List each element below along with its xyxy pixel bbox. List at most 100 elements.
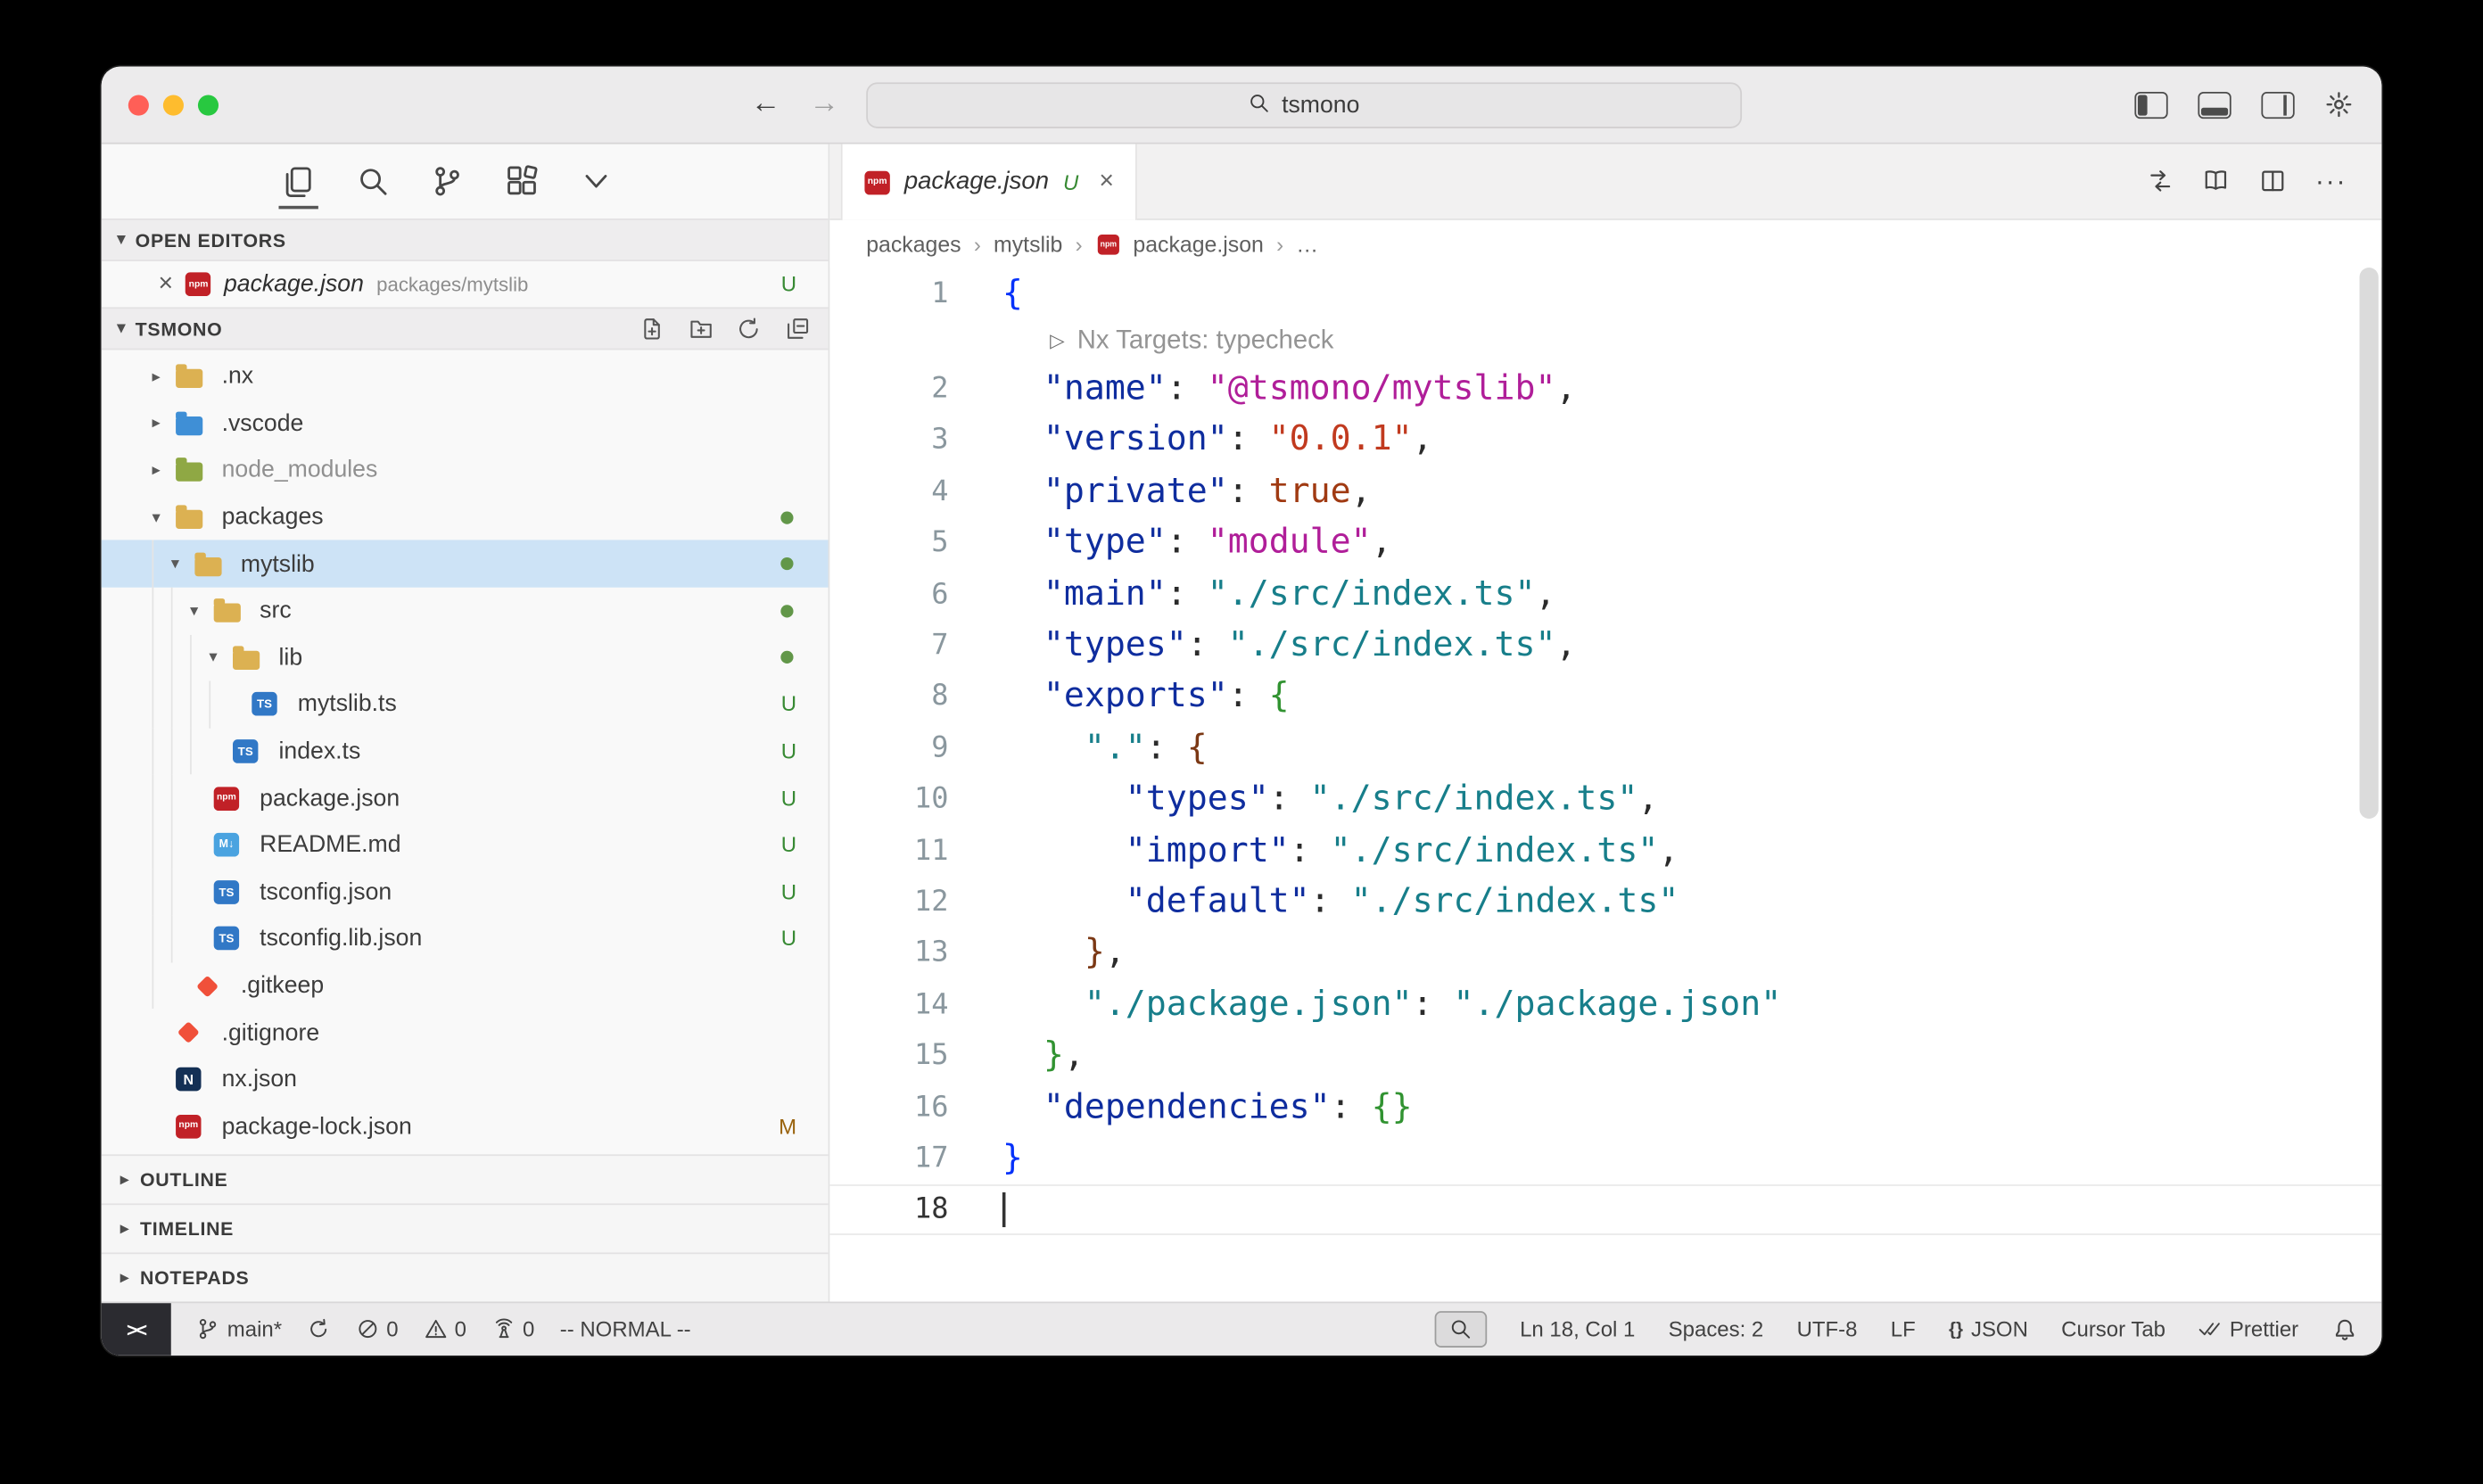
code-line-17[interactable]: 17} (829, 1133, 2381, 1184)
code-text[interactable]: "types": "./src/index.ts", (949, 625, 1577, 664)
toggle-secondary-sidebar-icon[interactable] (2261, 91, 2294, 118)
code-line-13[interactable]: 13 }, (829, 928, 2381, 979)
tree-item-tsconfig-lib-json[interactable]: TStsconfig.lib.jsonU (102, 915, 829, 962)
tree-item-mytslib[interactable]: ▾mytslib (102, 540, 829, 588)
code-line-7[interactable]: 7 "types": "./src/index.ts", (829, 620, 2381, 672)
source-control-icon[interactable] (431, 165, 464, 198)
code-line-14[interactable]: 14 "./package.json": "./package.json" (829, 978, 2381, 1030)
tree-item-packages[interactable]: ▾packages (102, 494, 829, 541)
zoom-window-button[interactable] (198, 95, 219, 115)
code-line-6[interactable]: 6 "main": "./src/index.ts", (829, 568, 2381, 620)
tree-item--nx[interactable]: ▸.nx (102, 353, 829, 400)
code-text[interactable] (949, 1192, 1005, 1227)
code-text[interactable]: "dependencies": {} (949, 1087, 1413, 1126)
code-line-18[interactable]: 18 (829, 1183, 2381, 1235)
code-text[interactable]: "exports": { (949, 677, 1290, 716)
tree-item-package-lock-json[interactable]: npmpackage-lock.jsonM (102, 1103, 829, 1150)
ports-status[interactable]: 0 (491, 1317, 534, 1341)
chevron-collapsed-icon[interactable]: ▸ (152, 367, 176, 386)
forward-icon[interactable]: → (809, 87, 839, 122)
open-preview-icon[interactable] (2203, 169, 2229, 194)
code-text[interactable]: "import": "./src/index.ts", (949, 830, 1679, 870)
warning-count[interactable]: 0 (424, 1317, 466, 1341)
tree-item-nx-json[interactable]: Nnx.json (102, 1056, 829, 1103)
breadcrumb-item[interactable]: … (1296, 231, 1318, 256)
notifications[interactable] (2331, 1317, 2356, 1342)
eol-sequence[interactable]: LF (1891, 1317, 1916, 1341)
code-text[interactable]: { (949, 274, 1023, 313)
code-line-12[interactable]: 12 "default": "./src/index.ts" (829, 876, 2381, 928)
code-line-3[interactable]: 3 "version": "0.0.1", (829, 415, 2381, 466)
code-line-16[interactable]: 16 "dependencies": {} (829, 1081, 2381, 1133)
code-text[interactable]: "default": "./src/index.ts" (949, 882, 1679, 921)
toggle-panel-icon[interactable] (2198, 91, 2231, 118)
code-editor[interactable]: 1{ ▷Nx Targets: typecheck 2 "name": "@tsmo… (829, 268, 2381, 1301)
cursor-position[interactable]: Ln 18, Col 1 (1520, 1317, 1635, 1341)
chevron-collapsed-icon[interactable]: ▸ (152, 414, 176, 433)
error-count[interactable]: 0 (356, 1317, 399, 1341)
section-notepads[interactable]: ▸NOTEPADS (102, 1252, 829, 1301)
vim-mode[interactable]: -- NORMAL -- (560, 1317, 691, 1341)
formatter[interactable]: Prettier (2198, 1317, 2298, 1341)
compare-changes-icon[interactable] (2147, 169, 2173, 194)
cursor-tab[interactable]: Cursor Tab (2061, 1317, 2165, 1341)
code-text[interactable]: ".": { (949, 728, 1208, 767)
settings-gear-icon[interactable] (2324, 90, 2353, 119)
close-window-button[interactable] (128, 95, 149, 115)
code-text[interactable]: "private": true, (949, 472, 1372, 511)
codelens[interactable]: ▷Nx Targets: typecheck (949, 326, 1334, 357)
open-editor-package-json[interactable]: × npm package.json packages/mytslib U (102, 261, 829, 307)
code-text[interactable]: }, (949, 933, 1126, 972)
code-line-15[interactable]: 15 }, (829, 1030, 2381, 1082)
minimize-window-button[interactable] (163, 95, 184, 115)
code-text[interactable]: }, (949, 1035, 1085, 1075)
new-file-icon[interactable] (639, 317, 664, 342)
tree-item--gitignore[interactable]: .gitignore (102, 1010, 829, 1057)
code-line-4[interactable]: 4 "private": true, (829, 466, 2381, 517)
chevron-expanded-icon[interactable]: ▾ (152, 507, 176, 526)
tab-package-json[interactable]: npm package.json U × (841, 144, 1138, 220)
code-line-11[interactable]: 11 "import": "./src/index.ts", (829, 825, 2381, 877)
command-center-search[interactable]: tsmono (866, 82, 1742, 128)
tree-item-mytslib-ts[interactable]: TSmytslib.tsU (102, 681, 829, 729)
extensions-icon[interactable] (505, 165, 538, 198)
breadcrumb-item[interactable]: packages (866, 231, 961, 256)
breadcrumb-item[interactable]: mytslib (994, 231, 1062, 256)
sync-status[interactable] (307, 1318, 330, 1341)
code-line-9[interactable]: 9 ".": { (829, 722, 2381, 774)
tree-item-node-modules[interactable]: ▸node_modules (102, 447, 829, 494)
back-icon[interactable]: ← (751, 87, 781, 122)
indentation[interactable]: Spaces: 2 (1669, 1317, 1764, 1341)
tree-item-readme-md[interactable]: M↓README.mdU (102, 821, 829, 869)
code-text[interactable]: "name": "@tsmono/mytslib", (949, 369, 1577, 408)
collapse-folders-icon[interactable] (785, 317, 810, 342)
tree-item-package-json[interactable]: npmpackage.jsonU (102, 775, 829, 822)
tree-item--gitkeep[interactable]: .gitkeep (102, 962, 829, 1010)
tree-item-tsconfig-json[interactable]: TStsconfig.jsonU (102, 869, 829, 916)
code-line-5[interactable]: 5 "type": "module", (829, 517, 2381, 569)
breadcrumb-item[interactable]: package.json (1133, 231, 1264, 256)
code-line-1[interactable]: 1{ (829, 268, 2381, 319)
explorer-section-header[interactable]: ▾ TSMONO (102, 307, 829, 350)
code-text[interactable]: "main": "./src/index.ts", (949, 574, 1556, 614)
remote-indicator[interactable]: >< (102, 1303, 171, 1356)
scrollbar-thumb[interactable] (2360, 268, 2379, 819)
split-editor-icon[interactable] (2259, 169, 2285, 194)
section-timeline[interactable]: ▸TIMELINE (102, 1203, 829, 1252)
tree-item-lib[interactable]: ▾lib (102, 634, 829, 681)
code-text[interactable]: "type": "module", (949, 523, 1392, 562)
chevron-expanded-icon[interactable]: ▾ (209, 648, 233, 667)
close-tab-icon[interactable]: × (1099, 168, 1114, 196)
search-icon[interactable] (356, 165, 389, 198)
branch-status[interactable]: main* (196, 1317, 282, 1341)
codelens-row[interactable]: ▷Nx Targets: typecheck (829, 319, 2381, 364)
language-mode[interactable]: {}JSON (1949, 1317, 2028, 1341)
more-views-icon[interactable] (580, 165, 613, 198)
run-target-icon[interactable]: ▷ (1050, 330, 1064, 352)
toggle-primary-sidebar-icon[interactable] (2134, 91, 2167, 118)
new-folder-icon[interactable] (688, 317, 713, 342)
screencast-zoom[interactable] (1434, 1311, 1487, 1348)
tree-item--vscode[interactable]: ▸.vscode (102, 400, 829, 447)
code-line-2[interactable]: 2 "name": "@tsmono/mytslib", (829, 363, 2381, 415)
code-text[interactable]: "./package.json": "./package.json" (949, 985, 1782, 1024)
